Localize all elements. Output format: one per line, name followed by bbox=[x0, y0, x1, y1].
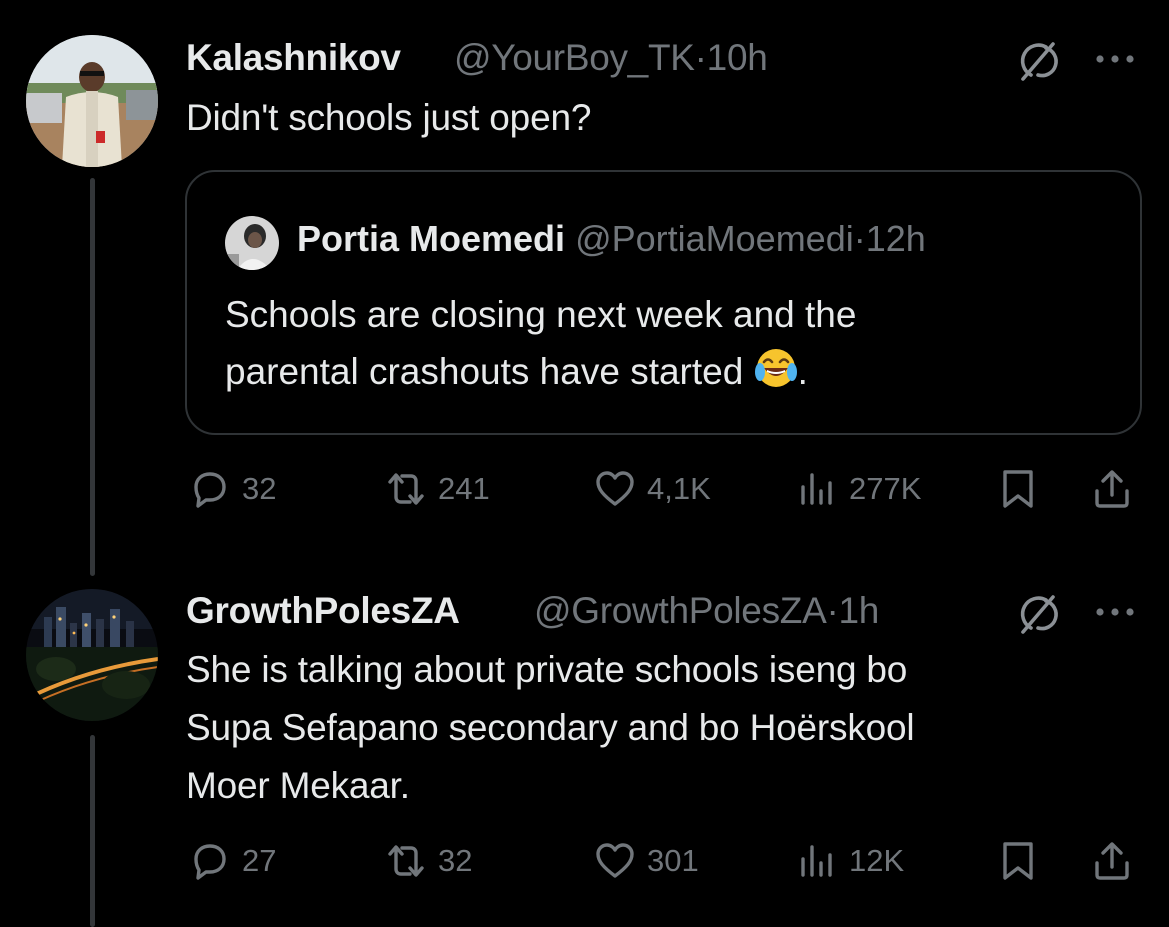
quote-timestamp: 12h bbox=[865, 218, 926, 259]
reply-count: 32 bbox=[242, 471, 277, 506]
share-icon bbox=[1095, 842, 1129, 880]
reply-button[interactable]: 32 bbox=[188, 464, 276, 514]
heart-icon bbox=[596, 471, 634, 506]
views-button[interactable]: 12K bbox=[795, 836, 904, 886]
quote-display-name: Portia Moemedi bbox=[297, 218, 566, 259]
reply-count: 27 bbox=[242, 843, 277, 878]
reply-icon bbox=[194, 844, 226, 880]
quote-handle: @PortiaMoemedi·12h bbox=[575, 218, 926, 259]
quote-text-line: Schools are closing next week and the bbox=[225, 294, 857, 335]
views-button[interactable]: 277K bbox=[795, 464, 921, 514]
grok-icon[interactable] bbox=[1016, 39, 1060, 83]
repost-button[interactable]: 32 bbox=[384, 836, 472, 886]
tweet-header: GrowthPolesZA @GrowthPolesZA·1h bbox=[186, 590, 1169, 640]
avatar[interactable] bbox=[26, 589, 158, 721]
like-button[interactable]: 4,1K bbox=[593, 464, 711, 514]
tweet-text: She is talking about private schools ise… bbox=[186, 641, 915, 815]
share-icon bbox=[1095, 470, 1129, 508]
share-button[interactable] bbox=[1090, 464, 1134, 514]
timestamp[interactable]: 10h bbox=[707, 37, 768, 78]
tweet-text: Didn't schools just open? bbox=[186, 97, 592, 138]
thread-line-top bbox=[90, 178, 95, 576]
handle-time: @GrowthPolesZA·1h bbox=[534, 590, 879, 632]
quote-handle-text: @PortiaMoemedi bbox=[575, 218, 854, 259]
avatar[interactable] bbox=[26, 35, 158, 167]
more-options-icon[interactable] bbox=[1092, 39, 1138, 79]
separator: · bbox=[694, 37, 707, 78]
heart-icon bbox=[596, 843, 634, 878]
quote-text-period: . bbox=[797, 351, 808, 392]
handle[interactable]: @GrowthPolesZA bbox=[534, 590, 827, 631]
separator: · bbox=[826, 590, 839, 631]
like-button[interactable]: 301 bbox=[593, 836, 699, 886]
repost-button[interactable]: 241 bbox=[384, 464, 490, 514]
display-name[interactable]: Kalashnikov bbox=[186, 37, 401, 79]
share-button[interactable] bbox=[1090, 836, 1134, 886]
bookmark-button[interactable] bbox=[996, 836, 1040, 886]
bookmark-button[interactable] bbox=[996, 464, 1040, 514]
quote-text: Schools are closing next week and the pa… bbox=[225, 286, 856, 400]
repost-count: 32 bbox=[438, 843, 473, 878]
repost-count: 241 bbox=[438, 471, 490, 506]
like-count: 4,1K bbox=[647, 471, 711, 506]
tweet-text-line: She is talking about private schools ise… bbox=[186, 649, 908, 690]
timestamp[interactable]: 1h bbox=[838, 590, 879, 631]
grok-icon[interactable] bbox=[1016, 592, 1060, 636]
repost-icon bbox=[388, 845, 424, 877]
views-icon bbox=[801, 845, 832, 877]
handle-time: @YourBoy_TK·10h bbox=[454, 37, 768, 79]
tweet-header: Kalashnikov @YourBoy_TK·10h bbox=[186, 37, 1169, 87]
reply-icon bbox=[194, 472, 226, 508]
views-icon bbox=[801, 473, 832, 505]
thread-line-bottom bbox=[90, 735, 95, 927]
display-name[interactable]: GrowthPolesZA bbox=[186, 590, 460, 632]
quote-text-line2: parental crashouts have started bbox=[225, 351, 754, 392]
handle[interactable]: @YourBoy_TK bbox=[454, 37, 695, 78]
more-options-icon[interactable] bbox=[1092, 592, 1138, 632]
view-count: 12K bbox=[849, 843, 905, 878]
tweet-actions: 27 32 301 12K bbox=[0, 836, 1169, 886]
tweet-text-line: Moer Mekaar. bbox=[186, 765, 410, 806]
tweet-actions: 32 241 4,1K 277K bbox=[0, 464, 1169, 514]
quoted-tweet[interactable]: Portia Moemedi @PortiaMoemedi·12h School… bbox=[185, 170, 1142, 435]
quote-header: Portia Moemedi @PortiaMoemedi·12h bbox=[297, 218, 926, 260]
face-with-tears-of-joy-icon bbox=[754, 346, 798, 390]
quote-text-line: parental crashouts have started . bbox=[225, 343, 856, 400]
bookmark-icon bbox=[1003, 470, 1033, 508]
like-count: 301 bbox=[647, 843, 699, 878]
quote-avatar bbox=[225, 216, 279, 270]
repost-icon bbox=[388, 473, 424, 505]
quote-separator: · bbox=[853, 218, 866, 259]
bookmark-icon bbox=[1003, 842, 1033, 880]
reply-button[interactable]: 27 bbox=[188, 836, 276, 886]
view-count: 277K bbox=[849, 471, 922, 506]
tweet-text-line: Supa Sefapano secondary and bo Hoërskool bbox=[186, 707, 915, 748]
